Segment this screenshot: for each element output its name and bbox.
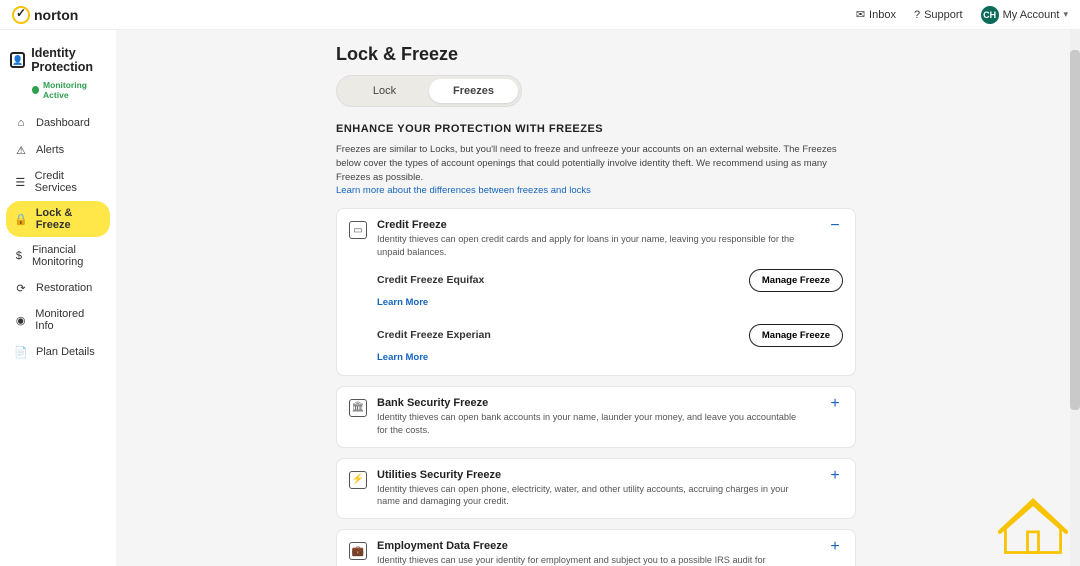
avatar: CH [981, 6, 999, 24]
utilities-freeze-card: ⚡ Utilities Security Freeze Identity thi… [336, 458, 856, 520]
inbox-link[interactable]: ✉ Inbox [856, 8, 896, 21]
scrollbar[interactable] [1070, 30, 1080, 566]
inbox-label: Inbox [869, 9, 896, 21]
mail-icon: ✉ [856, 8, 865, 21]
manage-experian-button[interactable]: Manage Freeze [749, 324, 843, 347]
lock-freeze-tabs: Lock Freezes [336, 75, 522, 107]
bolt-icon: ⚡ [349, 471, 367, 489]
bank-icon: 🏛 [349, 399, 367, 417]
experian-title: Credit Freeze Experian [377, 329, 491, 341]
card-desc: Identity thieves can open credit cards a… [377, 233, 807, 259]
tab-lock[interactable]: Lock [340, 79, 429, 103]
card-title: Credit Freeze [377, 219, 807, 231]
sidebar-item-restoration[interactable]: ⟳ Restoration [6, 275, 110, 301]
equifax-title: Credit Freeze Equifax [377, 274, 484, 286]
page-title: Lock & Freeze [336, 44, 856, 65]
sidebar-item-dashboard[interactable]: ⌂ Dashboard [6, 110, 110, 136]
experian-learn-more[interactable]: Learn More [377, 352, 428, 363]
sidebar-item-plan-details[interactable]: 📄 Plan Details [6, 339, 110, 365]
credit-card-icon: ▭ [349, 221, 367, 239]
experian-row: Credit Freeze Experian Manage Freeze [377, 324, 843, 347]
restoration-icon: ⟳ [14, 281, 28, 295]
expand-icon[interactable] [827, 397, 843, 413]
content-area: Lock & Freeze Lock Freezes ENHANCE YOUR … [116, 30, 1080, 566]
card-desc: Identity thieves can open phone, electri… [377, 483, 807, 509]
sidebar-item-label: Alerts [36, 144, 64, 156]
monitoring-status: Monitoring Active [6, 80, 110, 108]
topbar: norton ✉ Inbox ? Support CH My Account ▾ [0, 0, 1080, 30]
account-menu[interactable]: CH My Account ▾ [981, 6, 1068, 24]
support-label: Support [924, 9, 963, 21]
equifax-learn-more[interactable]: Learn More [377, 297, 428, 308]
bank-freeze-card: 🏛 Bank Security Freeze Identity thieves … [336, 386, 856, 448]
employment-freeze-card: 💼 Employment Data Freeze Identity thieve… [336, 529, 856, 566]
scroll-thumb[interactable] [1070, 50, 1080, 410]
sidebar-item-label: Dashboard [36, 117, 90, 129]
plan-icon: 📄 [14, 345, 28, 359]
credit-freeze-card: ▭ Credit Freeze Identity thieves can ope… [336, 208, 856, 376]
sidebar-nav: ⌂ Dashboard ⚠ Alerts ☰ Credit Services 🔒 Loc… [6, 110, 110, 365]
sidebar-item-label: Credit Services [35, 170, 102, 194]
sidebar-item-label: Financial Monitoring [32, 244, 102, 268]
sidebar-item-label: Lock & Freeze [36, 207, 102, 231]
card-title: Bank Security Freeze [377, 397, 807, 409]
identity-protection-icon: 👤 [10, 52, 25, 68]
lock-icon: 🔒 [14, 212, 28, 226]
house-illustration-icon [998, 494, 1068, 556]
status-dot-icon [32, 86, 39, 94]
briefcase-icon: 💼 [349, 542, 367, 560]
tab-freezes[interactable]: Freezes [429, 79, 518, 103]
sidebar: 👤 Identity Protection Monitoring Active … [0, 30, 116, 566]
card-title: Utilities Security Freeze [377, 469, 807, 481]
equifax-row: Credit Freeze Equifax Manage Freeze [377, 269, 843, 292]
sidebar-item-alerts[interactable]: ⚠ Alerts [6, 137, 110, 163]
sidebar-item-monitored-info[interactable]: ◉ Monitored Info [6, 302, 110, 338]
sidebar-item-lock-freeze[interactable]: 🔒 Lock & Freeze [6, 201, 110, 237]
sidebar-item-financial-monitoring[interactable]: $ Financial Monitoring [6, 238, 110, 274]
sidebar-item-label: Plan Details [36, 346, 95, 358]
alerts-icon: ⚠ [14, 143, 28, 157]
support-link[interactable]: ? Support [914, 9, 963, 21]
product-header: 👤 Identity Protection [6, 40, 110, 78]
card-desc: Identity thieves can open bank accounts … [377, 411, 807, 437]
expand-icon[interactable] [827, 469, 843, 485]
card-desc: Identity thieves can use your identity f… [377, 554, 807, 566]
intro-learn-more-link[interactable]: Learn more about the differences between… [336, 185, 591, 196]
monitored-icon: ◉ [14, 313, 27, 327]
sidebar-item-label: Restoration [36, 282, 92, 294]
help-icon: ? [914, 9, 920, 21]
intro-text: Freezes are similar to Locks, but you'll… [336, 143, 856, 198]
credit-icon: ☰ [14, 175, 27, 189]
monitoring-label: Monitoring Active [43, 80, 106, 100]
financial-icon: $ [14, 249, 24, 263]
card-title: Employment Data Freeze [377, 540, 807, 552]
manage-equifax-button[interactable]: Manage Freeze [749, 269, 843, 292]
sidebar-item-credit-services[interactable]: ☰ Credit Services [6, 164, 110, 200]
brand-text: norton [34, 7, 78, 23]
chevron-down-icon: ▾ [1063, 9, 1068, 20]
dashboard-icon: ⌂ [14, 116, 28, 130]
intro-body: Freezes are similar to Locks, but you'll… [336, 144, 837, 183]
product-title: Identity Protection [31, 46, 106, 74]
expand-icon[interactable] [827, 540, 843, 556]
collapse-icon[interactable] [827, 219, 843, 235]
account-label: My Account [1003, 9, 1060, 21]
norton-check-icon [12, 6, 30, 24]
section-heading: ENHANCE YOUR PROTECTION WITH FREEZES [336, 123, 856, 135]
sidebar-item-label: Monitored Info [35, 308, 102, 332]
brand-logo: norton [12, 6, 78, 24]
